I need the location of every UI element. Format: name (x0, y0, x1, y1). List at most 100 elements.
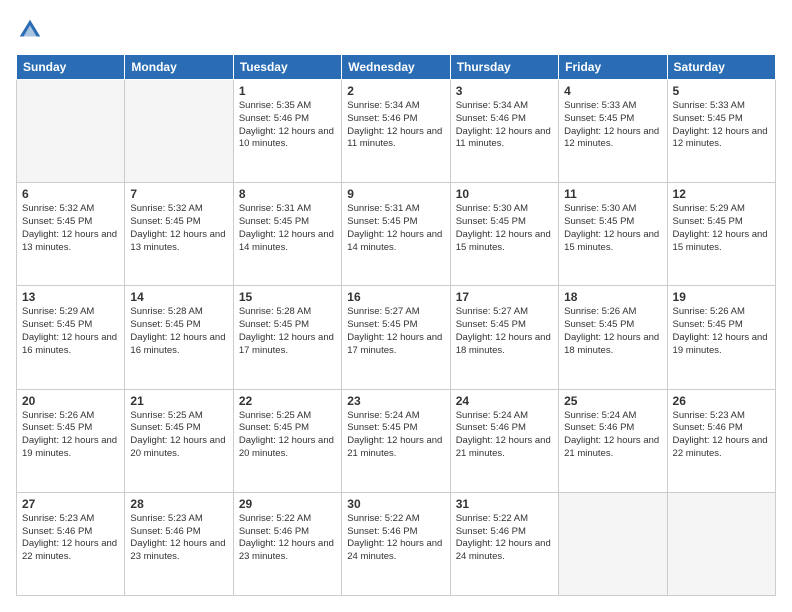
week-row-1: 1 Sunrise: 5:35 AMSunset: 5:46 PMDaylight… (17, 80, 776, 183)
calendar-cell: 17 Sunrise: 5:27 AMSunset: 5:45 PMDayligh… (450, 286, 558, 389)
logo-icon (16, 16, 44, 44)
cell-info: Sunrise: 5:25 AMSunset: 5:45 PMDaylight:… (130, 410, 227, 461)
weekday-header-sunday: Sunday (17, 55, 125, 80)
calendar-cell: 15Sunrise: 5:28 AMSunset: 5:45 PMDayligh… (233, 286, 341, 389)
day-number: 23 (347, 394, 444, 408)
calendar-cell: 18Sunrise: 5:26 AMSunset: 5:45 PMDayligh… (559, 286, 667, 389)
day-number: 6 (22, 187, 119, 201)
cell-info: Sunrise: 5:29 AMSunset: 5:45 PMDaylight:… (673, 203, 770, 254)
day-number: 26 (673, 394, 770, 408)
weekday-header-tuesday: Tuesday (233, 55, 341, 80)
day-number: 29 (239, 497, 336, 511)
calendar-cell: 28 Sunrise: 5:23 AMSunset: 5:46 PMDayligh… (125, 492, 233, 595)
calendar-cell: 30 Sunrise: 5:22 AMSunset: 5:46 PMDayligh… (342, 492, 450, 595)
calendar-cell: 19 Sunrise: 5:26 AMSunset: 5:45 PMDayligh… (667, 286, 775, 389)
day-number: 10 (456, 187, 553, 201)
calendar-cell: 27 Sunrise: 5:23 AMSunset: 5:46 PMDayligh… (17, 492, 125, 595)
calendar-table: SundayMondayTuesdayWednesdayThursdayFrid… (16, 54, 776, 596)
week-row-4: 20 Sunrise: 5:26 AMSunset: 5:45 PMDayligh… (17, 389, 776, 492)
weekday-header-saturday: Saturday (667, 55, 775, 80)
calendar-cell: 24 Sunrise: 5:24 AMSunset: 5:46 PMDayligh… (450, 389, 558, 492)
day-number: 9 (347, 187, 444, 201)
calendar-cell (667, 492, 775, 595)
calendar-cell: 20 Sunrise: 5:26 AMSunset: 5:45 PMDayligh… (17, 389, 125, 492)
day-number: 27 (22, 497, 119, 511)
day-number: 25 (564, 394, 661, 408)
calendar-cell: 3 Sunrise: 5:34 AMSunset: 5:46 PMDaylight… (450, 80, 558, 183)
cell-info: Sunrise: 5:27 AMSunset: 5:45 PMDaylight:… (456, 306, 553, 357)
header (16, 16, 776, 44)
day-number: 12 (673, 187, 770, 201)
calendar-cell: 21 Sunrise: 5:25 AMSunset: 5:45 PMDayligh… (125, 389, 233, 492)
day-number: 5 (673, 84, 770, 98)
day-number: 2 (347, 84, 444, 98)
calendar-cell: 11 Sunrise: 5:30 AMSunset: 5:45 PMDayligh… (559, 183, 667, 286)
day-number: 11 (564, 187, 661, 201)
week-row-5: 27 Sunrise: 5:23 AMSunset: 5:46 PMDayligh… (17, 492, 776, 595)
day-number: 31 (456, 497, 553, 511)
cell-info: Sunrise: 5:30 AMSunset: 5:45 PMDaylight:… (456, 203, 553, 254)
day-number: 1 (239, 84, 336, 98)
day-number: 17 (456, 290, 553, 304)
calendar-cell: 9 Sunrise: 5:31 AMSunset: 5:45 PMDaylight… (342, 183, 450, 286)
week-row-2: 6 Sunrise: 5:32 AMSunset: 5:45 PMDaylight… (17, 183, 776, 286)
day-number: 22 (239, 394, 336, 408)
day-number: 15 (239, 290, 336, 304)
calendar-cell: 4 Sunrise: 5:33 AMSunset: 5:45 PMDaylight… (559, 80, 667, 183)
weekday-header-row: SundayMondayTuesdayWednesdayThursdayFrid… (17, 55, 776, 80)
day-number: 30 (347, 497, 444, 511)
day-number: 14 (130, 290, 227, 304)
cell-info: Sunrise: 5:24 AMSunset: 5:45 PMDaylight:… (347, 410, 444, 461)
calendar-cell: 23 Sunrise: 5:24 AMSunset: 5:45 PMDayligh… (342, 389, 450, 492)
cell-info: Sunrise: 5:24 AMSunset: 5:46 PMDaylight:… (564, 410, 661, 461)
cell-info: Sunrise: 5:30 AMSunset: 5:45 PMDaylight:… (564, 203, 661, 254)
calendar-cell: 29Sunrise: 5:22 AMSunset: 5:46 PMDayligh… (233, 492, 341, 595)
calendar-cell: 14Sunrise: 5:28 AMSunset: 5:45 PMDayligh… (125, 286, 233, 389)
calendar-cell: 8Sunrise: 5:31 AMSunset: 5:45 PMDaylight… (233, 183, 341, 286)
day-number: 21 (130, 394, 227, 408)
week-row-3: 13 Sunrise: 5:29 AMSunset: 5:45 PMDayligh… (17, 286, 776, 389)
cell-info: Sunrise: 5:26 AMSunset: 5:45 PMDaylight:… (673, 306, 770, 357)
cell-info: Sunrise: 5:34 AMSunset: 5:46 PMDaylight:… (347, 100, 444, 151)
cell-info: Sunrise: 5:34 AMSunset: 5:46 PMDaylight:… (456, 100, 553, 151)
cell-info: Sunrise: 5:31 AMSunset: 5:45 PMDaylight:… (239, 203, 336, 254)
cell-info: Sunrise: 5:32 AMSunset: 5:45 PMDaylight:… (130, 203, 227, 254)
calendar-cell: 25 Sunrise: 5:24 AMSunset: 5:46 PMDayligh… (559, 389, 667, 492)
cell-info: Sunrise: 5:31 AMSunset: 5:45 PMDaylight:… (347, 203, 444, 254)
calendar-cell: 6 Sunrise: 5:32 AMSunset: 5:45 PMDaylight… (17, 183, 125, 286)
logo (16, 16, 48, 44)
weekday-header-friday: Friday (559, 55, 667, 80)
cell-info: Sunrise: 5:32 AMSunset: 5:45 PMDaylight:… (22, 203, 119, 254)
cell-info: Sunrise: 5:27 AMSunset: 5:45 PMDaylight:… (347, 306, 444, 357)
calendar-cell: 26Sunrise: 5:23 AMSunset: 5:46 PMDayligh… (667, 389, 775, 492)
cell-info: Sunrise: 5:23 AMSunset: 5:46 PMDaylight:… (22, 513, 119, 564)
day-number: 3 (456, 84, 553, 98)
calendar-cell: 10 Sunrise: 5:30 AMSunset: 5:45 PMDayligh… (450, 183, 558, 286)
calendar-cell: 2 Sunrise: 5:34 AMSunset: 5:46 PMDaylight… (342, 80, 450, 183)
calendar-cell: 7Sunrise: 5:32 AMSunset: 5:45 PMDaylight… (125, 183, 233, 286)
cell-info: Sunrise: 5:33 AMSunset: 5:45 PMDaylight:… (673, 100, 770, 151)
calendar-cell: 31Sunrise: 5:22 AMSunset: 5:46 PMDayligh… (450, 492, 558, 595)
cell-info: Sunrise: 5:22 AMSunset: 5:46 PMDaylight:… (347, 513, 444, 564)
cell-info: Sunrise: 5:23 AMSunset: 5:46 PMDaylight:… (130, 513, 227, 564)
day-number: 4 (564, 84, 661, 98)
day-number: 19 (673, 290, 770, 304)
page: SundayMondayTuesdayWednesdayThursdayFrid… (0, 0, 792, 612)
weekday-header-wednesday: Wednesday (342, 55, 450, 80)
day-number: 13 (22, 290, 119, 304)
day-number: 16 (347, 290, 444, 304)
cell-info: Sunrise: 5:33 AMSunset: 5:45 PMDaylight:… (564, 100, 661, 151)
cell-info: Sunrise: 5:26 AMSunset: 5:45 PMDaylight:… (22, 410, 119, 461)
cell-info: Sunrise: 5:29 AMSunset: 5:45 PMDaylight:… (22, 306, 119, 357)
cell-info: Sunrise: 5:35 AMSunset: 5:46 PMDaylight:… (239, 100, 336, 151)
calendar-cell: 16 Sunrise: 5:27 AMSunset: 5:45 PMDayligh… (342, 286, 450, 389)
cell-info: Sunrise: 5:26 AMSunset: 5:45 PMDaylight:… (564, 306, 661, 357)
cell-info: Sunrise: 5:25 AMSunset: 5:45 PMDaylight:… (239, 410, 336, 461)
day-number: 28 (130, 497, 227, 511)
calendar-cell: 13 Sunrise: 5:29 AMSunset: 5:45 PMDayligh… (17, 286, 125, 389)
calendar-cell: 5 Sunrise: 5:33 AMSunset: 5:45 PMDaylight… (667, 80, 775, 183)
calendar-cell: 1 Sunrise: 5:35 AMSunset: 5:46 PMDaylight… (233, 80, 341, 183)
day-number: 24 (456, 394, 553, 408)
cell-info: Sunrise: 5:24 AMSunset: 5:46 PMDaylight:… (456, 410, 553, 461)
day-number: 20 (22, 394, 119, 408)
